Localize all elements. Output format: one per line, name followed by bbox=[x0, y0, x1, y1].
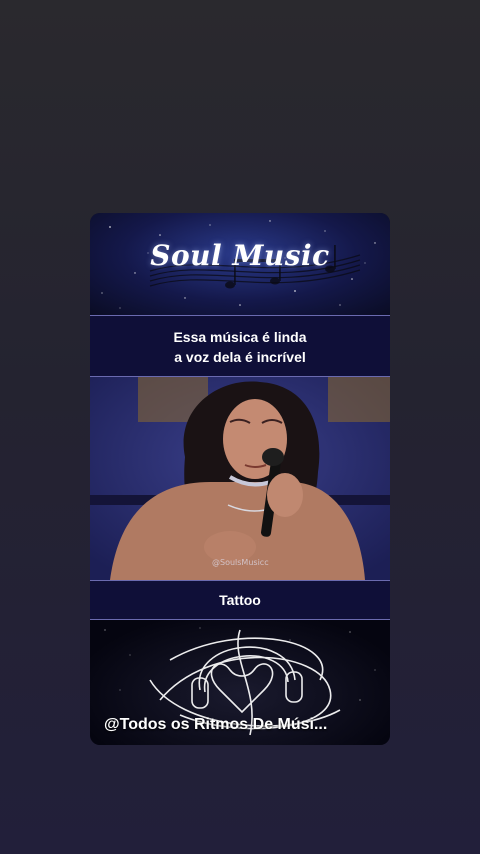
song-title: Tattoo bbox=[90, 580, 390, 620]
caption-line-1: Essa música é linda bbox=[173, 329, 307, 345]
credit-handle[interactable]: @Todos os Ritmos De Músi... bbox=[104, 716, 384, 734]
brand-banner: Soul Music bbox=[90, 213, 390, 315]
footer-panel: @Todos os Ritmos De Músi... bbox=[90, 620, 390, 745]
caption-line-2: a voz dela é incrível bbox=[174, 349, 306, 365]
singer-video-still: @SoulsMusicc bbox=[90, 377, 390, 580]
video-frame[interactable]: @SoulsMusicc bbox=[90, 377, 390, 580]
caption-box: Essa música é linda a voz dela é incríve… bbox=[90, 315, 390, 377]
post-card[interactable]: Soul Music Essa música é linda a voz del… bbox=[90, 213, 390, 745]
brand-title: Soul Music bbox=[150, 239, 330, 272]
video-watermark: @SoulsMusicc bbox=[212, 558, 269, 567]
